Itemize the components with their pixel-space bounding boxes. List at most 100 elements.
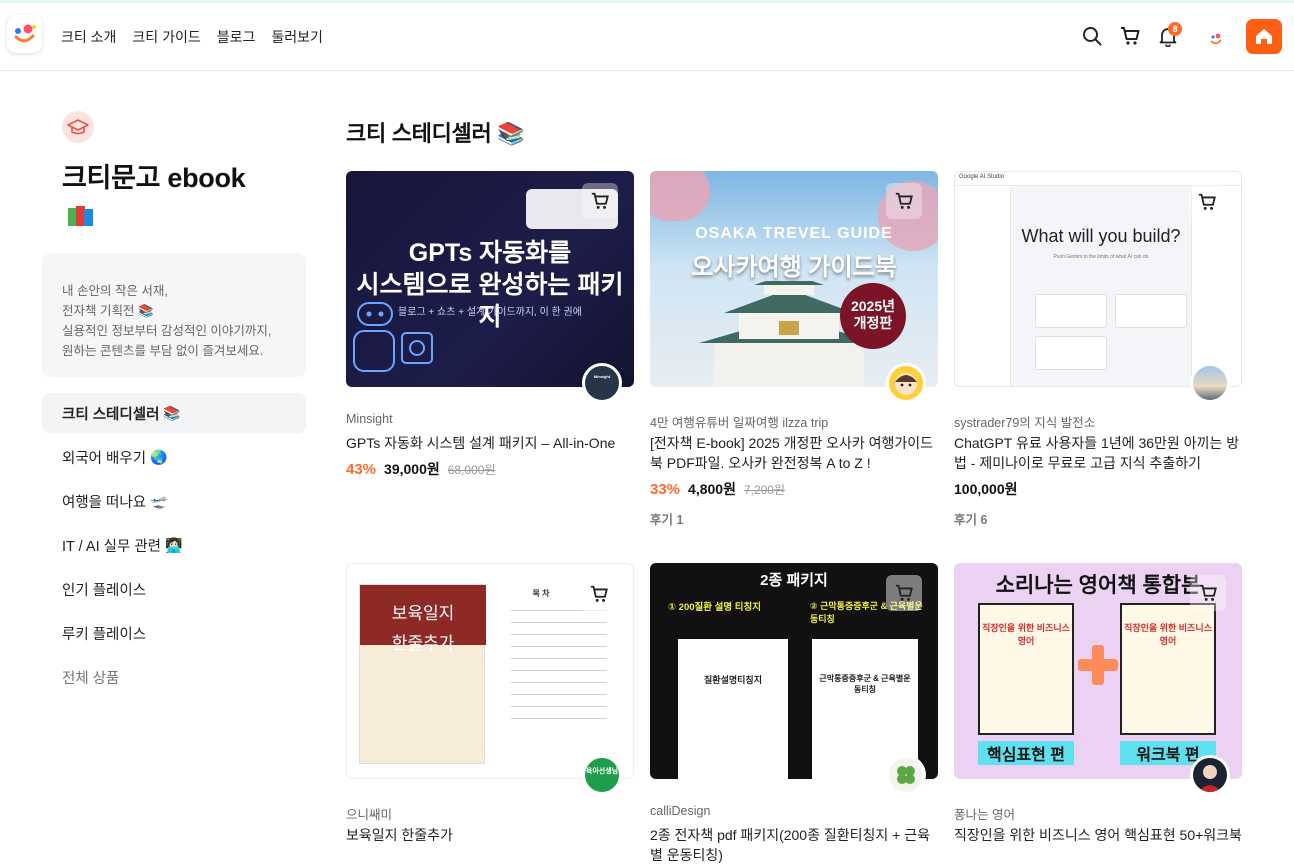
cart-icon xyxy=(1198,193,1216,210)
seller-avatar[interactable] xyxy=(1190,755,1230,795)
seller-name[interactable]: systrader79의 지식 발전소 xyxy=(954,412,1242,430)
menu-item-rookie[interactable]: 루키 플레이스 xyxy=(42,611,306,655)
cherry-blossom-decoration xyxy=(650,171,710,221)
menu-item-language[interactable]: 외국어 배우기 🌏 xyxy=(42,435,306,479)
seller-avatar[interactable]: 육아선생님 xyxy=(582,755,622,795)
search-icon[interactable] xyxy=(1081,25,1103,47)
menu-item-label: IT / AI 실무 관련 xyxy=(62,538,162,555)
suggestion-card xyxy=(1115,294,1187,328)
intro-line: 내 손안의 작은 서재, xyxy=(62,284,168,298)
airplane-emoji-icon: 🛫 xyxy=(150,492,168,509)
seller-name[interactable]: 으니쌔미 xyxy=(346,804,634,822)
product-title[interactable]: [전자책 E-book] 2025 개정판 오사카 여행가이드북 PDF파일. … xyxy=(650,433,938,473)
product-title[interactable]: 2종 전자책 pdf 패키지(200종 질환티칭지 + 근육별 운동티칭) xyxy=(650,825,938,865)
nav-item-browse[interactable]: 둘러보기 xyxy=(271,27,323,47)
add-to-cart-button[interactable] xyxy=(1190,575,1226,611)
seller-name[interactable]: 4만 여행유튜버 일짜여행 ilzza trip xyxy=(650,412,938,430)
seller-name[interactable]: Minsight xyxy=(346,412,634,428)
seller-avatar[interactable] xyxy=(886,363,926,403)
site-logo[interactable] xyxy=(7,15,42,53)
thumb-subtitle: Push Gemini to the limits of what AI can… xyxy=(1053,254,1149,260)
review-count[interactable]: 후기 6 xyxy=(954,509,1242,528)
seller-avatar[interactable]: Minsight xyxy=(582,363,622,403)
thumb-sub-1: 핵심표현 편 xyxy=(978,741,1074,765)
intro-line: 실용적인 정보부터 감성적인 이야기까지, xyxy=(62,324,272,338)
app-sidebar xyxy=(955,186,1011,386)
globe-emoji-icon: 🌏 xyxy=(150,448,168,465)
notification-badge: 8 xyxy=(1168,22,1182,36)
product-title[interactable]: ChatGPT 유료 사용자들 1년에 36만원 아끼는 방법 - 제미나이로 … xyxy=(954,433,1242,473)
suggestion-card xyxy=(1035,294,1107,328)
books-emoji-icon: 📚 xyxy=(163,404,181,421)
product-thumbnail[interactable]: Google AI Studio What will you build? Pu… xyxy=(954,171,1242,387)
seller-avatar-label: Minsight xyxy=(593,374,611,379)
product-card[interactable]: GPTs 자동화를 시스템으로 완성하는 패키지 블로그 + 쇼츠 + 설계 가… xyxy=(346,171,634,479)
seller-name[interactable]: 퐁나는 영어 xyxy=(954,804,1242,822)
seller-avatar[interactable] xyxy=(1190,363,1230,403)
menu-item-travel[interactable]: 여행을 떠나요 🛫 xyxy=(42,479,306,523)
thumb-subtitle: 오사카여행 가이드북 xyxy=(691,254,897,281)
cart-icon xyxy=(895,192,913,209)
add-to-cart-button[interactable] xyxy=(582,183,618,219)
add-to-cart-button[interactable] xyxy=(581,576,617,612)
product-title[interactable]: 보육일지 한줄추가 xyxy=(346,825,634,845)
review-count[interactable]: 후기 1 xyxy=(650,509,938,528)
book-cover: 보육일지 한줄추가 xyxy=(359,584,486,764)
intro-line: 원하는 콘텐츠를 부담 없이 즐겨보세요. xyxy=(62,344,264,358)
product-card[interactable]: Google AI Studio What will you build? Pu… xyxy=(954,171,1242,528)
category-menu: 크티 스테디셀러 📚 외국어 배우기 🌏 여행을 떠나요 🛫 IT / AI 실… xyxy=(42,393,306,699)
menu-item-label: 인기 플레이스 xyxy=(62,582,147,599)
menu-item-label: 여행을 떠나요 xyxy=(62,494,147,511)
nav-item-blog[interactable]: 블로그 xyxy=(217,27,256,47)
product-card[interactable]: 2종 패키지 ① 200질환 설명 티칭지 ② 근막통증증후군 & 근육별운동티… xyxy=(650,563,938,865)
product-thumbnail[interactable]: 보육일지 한줄추가 목 차 xyxy=(346,563,634,779)
original-price: 68,000원 xyxy=(447,463,496,477)
cart-icon xyxy=(895,584,913,601)
menu-item-popular[interactable]: 인기 플레이스 xyxy=(42,567,306,611)
price-row: 43% 39,000원 68,000원 xyxy=(346,459,634,479)
price-row: 100,000원 xyxy=(954,479,1242,499)
product-thumbnail[interactable]: OSAKA TREVEL GUIDE 오사카여행 가이드북 2025년 개정판 xyxy=(650,171,938,387)
product-thumbnail[interactable]: 소리나는 영어책 통합본 직장인을 위한 비즈니스 영어 직장인을 위한 비즈니… xyxy=(954,563,1242,779)
product-title[interactable]: GPTs 자동화 시스템 설계 패키지 – All-in-One xyxy=(346,433,634,453)
seller-avatar[interactable] xyxy=(886,755,926,795)
thumb-title: 보육일지 한줄추가 xyxy=(391,604,455,653)
product-thumbnail[interactable]: 2종 패키지 ① 200질환 설명 티칭지 ② 근막통증증후군 & 근육별운동티… xyxy=(650,563,938,779)
add-to-cart-button[interactable] xyxy=(1189,184,1225,220)
book-title: 직장인을 위한 비즈니스 영어 xyxy=(982,623,1070,646)
home-button[interactable] xyxy=(1246,19,1282,54)
main-nav: 크티 소개 크티 가이드 블로그 둘러보기 xyxy=(61,27,323,47)
nav-item-guide[interactable]: 크티 가이드 xyxy=(132,27,200,47)
nav-item-about[interactable]: 크티 소개 xyxy=(61,27,116,47)
discount-rate: 43% xyxy=(346,461,377,478)
product-title[interactable]: 직장인을 위한 비즈니스 영어 핵심표현 50+워크북 xyxy=(954,825,1242,845)
menu-item-all[interactable]: 전체 상품 xyxy=(42,655,306,699)
site-header: 크티 소개 크티 가이드 블로그 둘러보기 8 xyxy=(0,3,1294,71)
menu-item-label: 전체 상품 xyxy=(62,670,120,687)
menu-item-label: 루키 플레이스 xyxy=(62,626,147,643)
cart-icon[interactable] xyxy=(1119,25,1141,47)
suggestion-card xyxy=(1035,336,1107,370)
sale-price: 100,000원 xyxy=(954,481,1018,497)
product-thumbnail[interactable]: GPTs 자동화를 시스템으로 완성하는 패키지 블로그 + 쇼츠 + 설계 가… xyxy=(346,171,634,387)
intro-line: 전자책 기획전 📚 xyxy=(62,304,154,318)
menu-item-steady-seller[interactable]: 크티 스테디셀러 📚 xyxy=(42,393,306,433)
sidebar-title: 크티문고 ebook xyxy=(62,163,246,193)
seller-avatar-label: 육아선생님 xyxy=(585,768,619,775)
clover-icon xyxy=(897,766,915,784)
product-card[interactable]: 소리나는 영어책 통합본 직장인을 위한 비즈니스 영어 직장인을 위한 비즈니… xyxy=(954,563,1242,845)
user-avatar[interactable] xyxy=(1206,29,1226,49)
add-to-cart-button[interactable] xyxy=(886,575,922,611)
menu-item-label: 외국어 배우기 xyxy=(62,450,147,467)
product-card[interactable]: 보육일지 한줄추가 목 차 육아선생님 으니쌔미 보육일지 한줄추가 xyxy=(346,563,634,845)
seller-name[interactable]: calliDesign xyxy=(650,804,938,820)
product-card[interactable]: OSAKA TREVEL GUIDE 오사카여행 가이드북 2025년 개정판 xyxy=(650,171,938,528)
sidebar-intro: 내 손안의 작은 서재, 전자책 기획전 📚 실용적인 정보부터 감성적인 이야… xyxy=(42,253,306,377)
book-cover: 직장인을 위한 비즈니스 영어 xyxy=(1120,603,1216,735)
person-portrait-icon xyxy=(1199,765,1221,792)
menu-item-it-ai[interactable]: IT / AI 실무 관련 👩🏻‍💻 xyxy=(42,523,306,567)
add-to-cart-button[interactable] xyxy=(886,183,922,219)
technologist-emoji-icon: 👩🏻‍💻 xyxy=(165,536,183,553)
section-title: 크티 스테디셀러 📚 xyxy=(346,121,525,146)
robot-gear-icon xyxy=(353,302,433,372)
